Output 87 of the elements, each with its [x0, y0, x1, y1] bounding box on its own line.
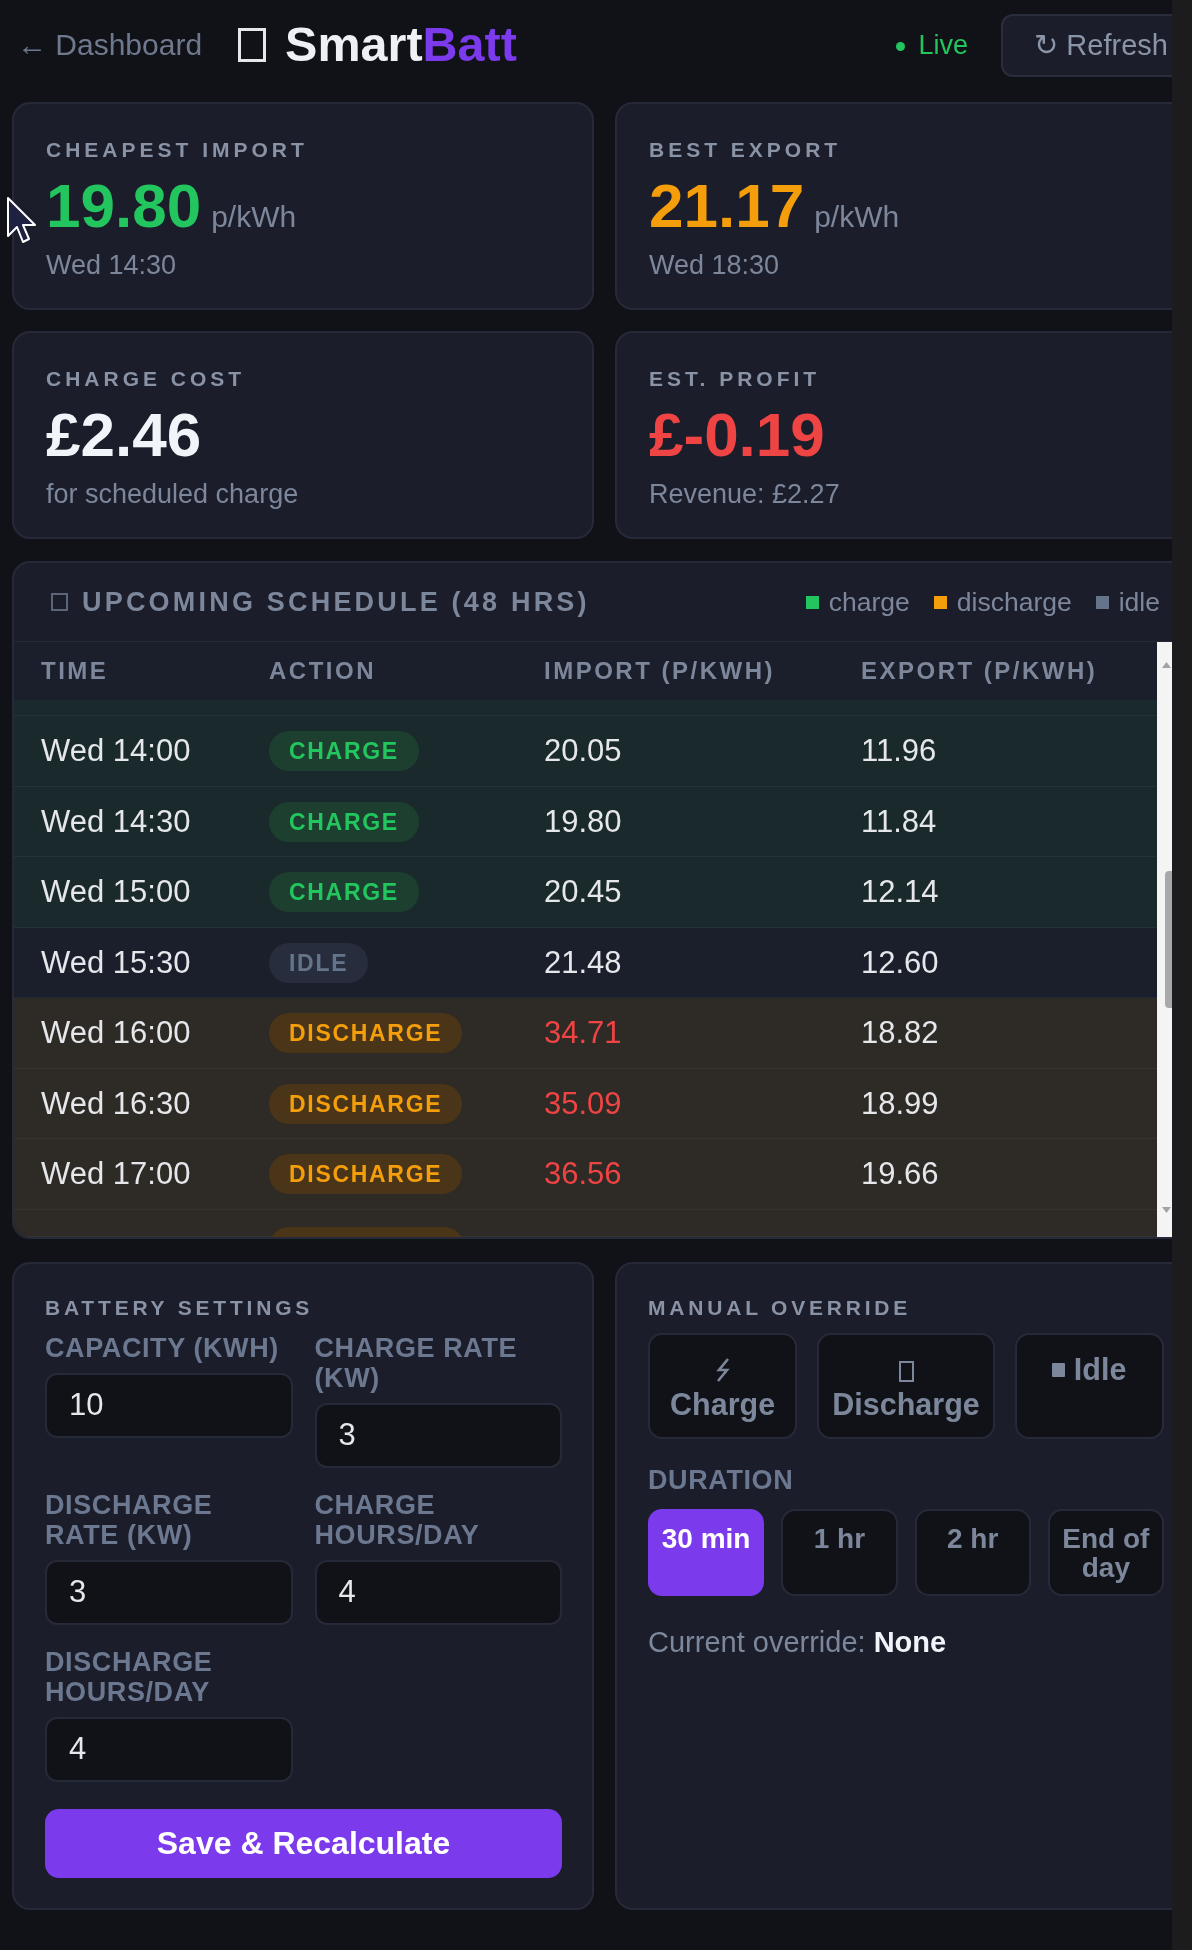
save-button[interactable]: Save & Recalculate: [45, 1808, 562, 1878]
stat-note: Wed 14:30: [46, 250, 178, 281]
stat-value: £2.46: [46, 404, 202, 466]
scrollbar-thumb[interactable]: [1165, 871, 1172, 1008]
stat-label: CHARGE COST: [46, 366, 247, 392]
stat-label: BEST EXPORT: [649, 137, 843, 163]
export-price: 11.84: [861, 803, 937, 840]
duration-button[interactable]: 1 hr: [781, 1508, 898, 1596]
time-label: Wed 15:00: [41, 874, 191, 911]
square-icon: [1052, 1362, 1066, 1377]
number-input[interactable]: 4: [45, 1716, 293, 1782]
action-badge: CHARGE: [269, 731, 419, 772]
scrollbar[interactable]: [1157, 642, 1172, 1237]
import-price: 36.56: [544, 1156, 622, 1193]
refresh-button[interactable]: ↻ Refresh: [1001, 13, 1172, 77]
field-label: DURATION: [648, 1464, 795, 1495]
number-input[interactable]: 3: [45, 1559, 293, 1625]
empty-box-icon: [898, 1360, 914, 1382]
override-button[interactable]: Idle: [1014, 1332, 1164, 1439]
lightning-icon: [715, 1357, 730, 1382]
override-button[interactable]: Charge: [648, 1332, 798, 1439]
stat-value: 19.80: [46, 175, 202, 237]
section-title: MANUAL OVERRIDE: [648, 1294, 913, 1321]
time-label: Wed 17:00: [41, 1156, 191, 1193]
action-badge: IDLE: [269, 942, 369, 983]
time-label: Wed 14:00: [41, 733, 191, 770]
export-price: 12.14: [861, 874, 939, 911]
import-price: 20.05: [544, 733, 622, 770]
legend-label: idle: [1118, 586, 1160, 618]
column-heading: IMPORT (P/KWH): [544, 657, 775, 685]
stat-note: Revenue: £2.27: [649, 479, 841, 510]
stat-label: CHEAPEST IMPORT: [46, 137, 309, 163]
column-heading: TIME: [41, 657, 109, 685]
field-label: CHARGE HOURS/DAY: [314, 1489, 481, 1550]
number-input[interactable]: 4: [314, 1559, 562, 1625]
unit-label: p/kWh: [814, 200, 900, 234]
stat-label: EST. PROFIT: [649, 366, 822, 392]
import-price: 20.45: [544, 874, 622, 911]
import-price: 35.09: [544, 1085, 622, 1122]
column-heading: ACTION: [269, 657, 376, 685]
export-price: 18.99: [861, 1085, 939, 1122]
time-label: Wed 15:30: [41, 944, 191, 981]
export-price: 12.60: [861, 944, 939, 981]
time-label: Wed 16:00: [41, 1015, 191, 1052]
action-badge: DISCHARGE: [269, 1013, 463, 1054]
status-dot-icon: [896, 42, 906, 51]
export-price: 18.82: [861, 1015, 939, 1052]
status-text: Live: [918, 29, 968, 61]
number-input[interactable]: 10: [45, 1372, 293, 1438]
number-input[interactable]: 3: [314, 1402, 562, 1468]
time-label: Wed 14:30: [41, 803, 191, 840]
import-price: 21.48: [544, 944, 622, 981]
time-label: Wed 16:30: [41, 1085, 191, 1122]
action-badge: DISCHARGE: [269, 1154, 463, 1195]
empty-box-icon: [238, 28, 267, 62]
back-link[interactable]: ← Dashboard: [17, 28, 203, 62]
duration-button[interactable]: End of day: [1047, 1508, 1164, 1596]
empty-box-icon: [51, 593, 68, 611]
override-status-text: Current override: None: [648, 1625, 948, 1659]
scroll-up-arrow-icon: [1162, 662, 1171, 668]
action-badge: CHARGE: [269, 801, 419, 842]
stat-note: Wed 18:30: [649, 250, 781, 281]
field-label: CAPACITY (KWH): [45, 1332, 280, 1363]
scroll-down-arrow-icon: [1162, 1207, 1171, 1213]
field-label: DISCHARGE RATE (KW): [45, 1489, 214, 1550]
action-badge: CHARGE: [269, 872, 419, 913]
stat-note: for scheduled charge: [46, 479, 300, 510]
stat-value: 21.17: [649, 175, 805, 237]
unit-label: p/kWh: [211, 200, 297, 234]
import-price: 34.71: [544, 1015, 622, 1052]
duration-button[interactable]: 2 hr: [914, 1508, 1031, 1596]
stat-value: £-0.19: [649, 404, 825, 466]
import-price: 19.80: [544, 803, 622, 840]
legend-label: discharge: [956, 586, 1072, 618]
export-price: 11.96: [861, 733, 937, 770]
page-scrollbar[interactable]: [1172, 0, 1192, 1950]
duration-button[interactable]: 30 min: [648, 1508, 765, 1596]
app-title: SmartBatt: [285, 17, 517, 73]
section-title: UPCOMING SCHEDULE (48 HRS): [82, 586, 590, 618]
section-title: BATTERY SETTINGS: [45, 1294, 315, 1321]
field-label: CHARGE RATE (KW): [314, 1332, 519, 1393]
legend-label: charge: [828, 586, 910, 618]
export-price: 19.66: [861, 1156, 939, 1193]
field-label: DISCHARGE HOURS/DAY: [45, 1646, 214, 1707]
action-badge: DISCHARGE: [269, 1083, 463, 1124]
column-heading: EXPORT (P/KWH): [861, 657, 1098, 685]
override-button[interactable]: Discharge: [817, 1332, 995, 1439]
